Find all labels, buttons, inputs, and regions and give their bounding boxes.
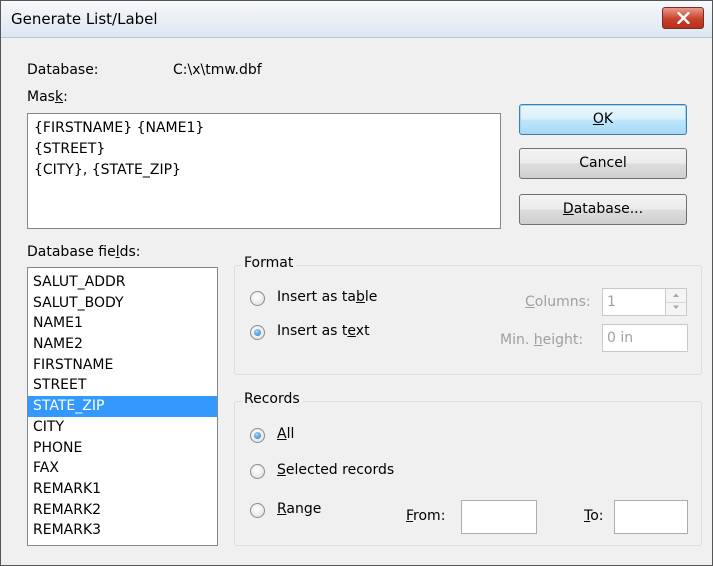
to-label: To:	[584, 508, 604, 524]
database-button[interactable]: Database...	[519, 194, 687, 225]
list-item-fax[interactable]: FAX	[28, 458, 217, 479]
mask-line: {CITY}, {STATE_ZIP}	[34, 162, 181, 178]
selected-records-radio[interactable]	[250, 464, 265, 479]
mask-textarea[interactable]: {FIRSTNAME} {NAME1} {STREET} {CITY}, {ST…	[27, 113, 501, 229]
radio-selected-dot	[254, 432, 261, 439]
min-height-input[interactable]: 0 in	[602, 324, 688, 352]
list-item-phone[interactable]: PHONE	[28, 438, 217, 459]
min-height-label: Min. height:	[500, 332, 584, 348]
list-item-salut-addr[interactable]: SALUT_ADDR	[28, 272, 217, 293]
title-bar: Generate List/Label	[1, 1, 712, 38]
columns-spinner[interactable]	[665, 288, 687, 316]
to-input[interactable]	[614, 500, 688, 534]
list-item-remark1[interactable]: REMARK1	[28, 479, 217, 500]
insert-as-text-radio[interactable]	[250, 325, 265, 340]
list-item-street[interactable]: STREET	[28, 375, 217, 396]
list-item-salut-body[interactable]: SALUT_BODY	[28, 293, 217, 314]
from-input[interactable]	[461, 500, 537, 534]
records-all-label[interactable]: All	[277, 426, 294, 442]
insert-as-table-label[interactable]: Insert as table	[277, 289, 377, 305]
ok-button[interactable]: OK	[519, 104, 687, 135]
arrow-up-icon	[673, 293, 679, 297]
list-item-state-zip[interactable]: STATE_ZIP	[28, 396, 217, 417]
selected-records-label[interactable]: Selected records	[277, 462, 394, 478]
format-group	[234, 265, 702, 375]
range-label[interactable]: Range	[277, 501, 321, 517]
dialog-title: Generate List/Label	[11, 10, 158, 28]
columns-input[interactable]: 1	[602, 288, 666, 316]
from-label: From:	[406, 508, 446, 524]
list-item-firstname[interactable]: FIRSTNAME	[28, 355, 217, 376]
list-item-name1[interactable]: NAME1	[28, 313, 217, 334]
mask-label: Mask:	[27, 89, 68, 105]
close-button[interactable]	[662, 7, 704, 29]
records-all-radio[interactable]	[250, 428, 265, 443]
database-fields-label: Database fields:	[27, 244, 141, 260]
database-fields-list[interactable]: SALUT_ADDR SALUT_BODY NAME1 NAME2 FIRSTN…	[27, 267, 218, 546]
format-group-title: Format	[241, 255, 297, 271]
spin-down-button[interactable]	[666, 302, 686, 315]
columns-label: Columns:	[525, 294, 591, 310]
database-path: C:\x\tmw.dbf	[173, 62, 262, 78]
records-group-title: Records	[241, 391, 303, 407]
list-item-remark3[interactable]: REMARK3	[28, 520, 217, 541]
database-label: Database:	[27, 62, 99, 78]
list-item-name2[interactable]: NAME2	[28, 334, 217, 355]
list-item-remark2[interactable]: REMARK2	[28, 500, 217, 521]
mask-line: {FIRSTNAME} {NAME1}	[34, 120, 205, 136]
close-x-icon	[677, 12, 690, 24]
cancel-button[interactable]: Cancel	[519, 148, 687, 179]
insert-as-text-label[interactable]: Insert as text	[277, 323, 370, 339]
radio-selected-dot	[254, 329, 261, 336]
arrow-down-icon	[673, 305, 679, 309]
generate-list-label-dialog: Generate List/Label Database: C:\x\tmw.d…	[0, 0, 713, 566]
range-radio[interactable]	[250, 503, 265, 518]
spin-up-button[interactable]	[666, 289, 686, 303]
insert-as-table-radio[interactable]	[250, 291, 265, 306]
list-item-city[interactable]: CITY	[28, 417, 217, 438]
mask-line: {STREET}	[34, 141, 106, 157]
